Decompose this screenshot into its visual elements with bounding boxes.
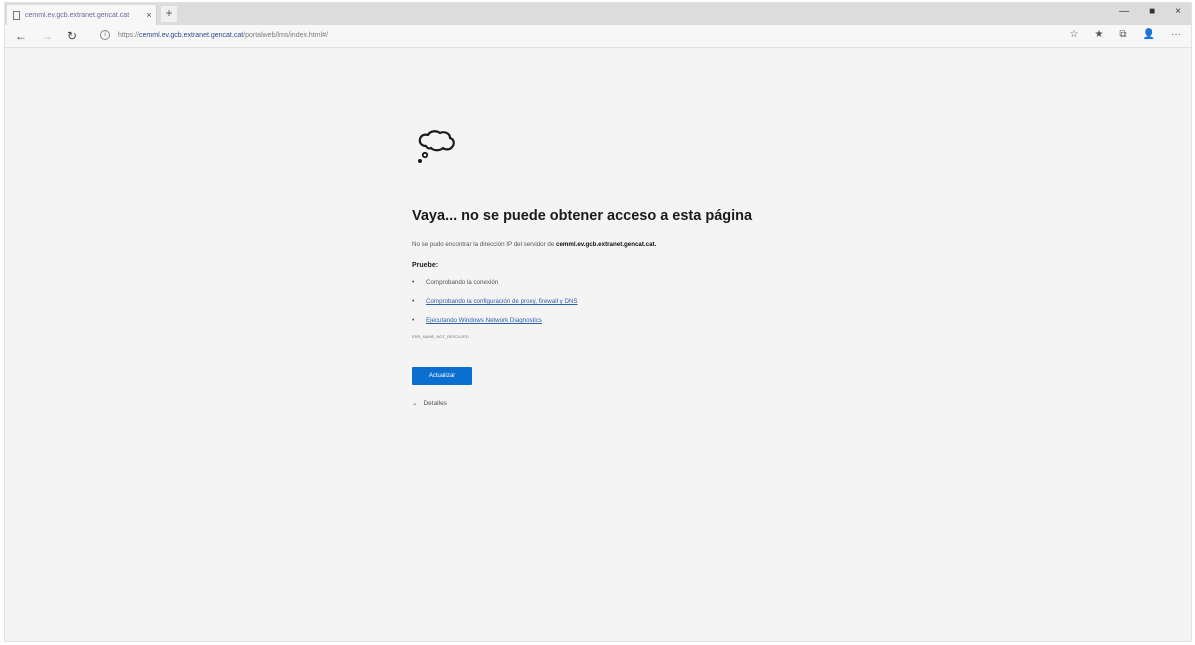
details-toggle[interactable]: ⌄ Detalles <box>412 399 772 408</box>
list-item: • Ejecutando Windows Network Diagnostics <box>412 317 542 324</box>
favorites-icon[interactable]: ★ <box>1094 29 1103 40</box>
tab-title: cemml.ev.gcb.extranet.gencat.cat <box>25 11 130 19</box>
page-icon <box>13 10 20 20</box>
error-code: ERR_NAME_NOT_RESOLVED <box>412 334 469 339</box>
browser-tab[interactable]: cemml.ev.gcb.extranet.gencat.cat × <box>7 5 157 25</box>
refresh-browser-button[interactable]: ↻ <box>67 28 77 44</box>
details-label: Detalles <box>423 399 447 407</box>
more-menu-icon[interactable]: ··· <box>1171 29 1181 40</box>
url-host: cemml.ev.gcb.extranet.gencat.cat <box>139 31 244 39</box>
suggestion-check-connection: Comprobando la conexión <box>426 279 499 286</box>
url-path: /portalweb/lms/index.html#/ <box>243 31 328 39</box>
minimize-button[interactable]: — <box>1119 6 1129 17</box>
error-headline: Vaya... no se puede obtener acceso a est… <box>412 208 753 224</box>
refresh-button[interactable]: Actualizar <box>412 367 472 385</box>
url-protocol: https:// <box>118 31 140 39</box>
profile-icon[interactable]: 👤 <box>1143 29 1155 40</box>
address-bar[interactable]: i https:// cemml.ev.gcb.extranet.gencat.… <box>100 30 328 40</box>
collections-icon[interactable]: ⧉ <box>1119 29 1126 40</box>
error-description: No se pudo encontrar la dirección IP del… <box>412 241 772 248</box>
favorite-star-icon[interactable]: ☆ <box>1069 29 1078 40</box>
maximize-button[interactable]: ■ <box>1149 6 1155 17</box>
suggestion-proxy-link[interactable]: Comprobando la configuración de proxy, f… <box>426 298 578 305</box>
try-title: Pruebe: <box>412 262 439 269</box>
toolbar-icons: ☆ ★ ⧉ 👤 ··· <box>1069 29 1181 40</box>
description-text: No se pudo encontrar la dirección IP del… <box>412 241 556 248</box>
cloud-thought-icon <box>418 130 455 163</box>
description-host: cemml.ev.gcb.extranet.gencat.cat. <box>556 241 657 248</box>
info-icon[interactable]: i <box>100 30 110 40</box>
suggestion-diagnostics-link[interactable]: Ejecutando Windows Network Diagnostics <box>426 317 542 324</box>
suggestion-list: • Comprobando la conexión • Comprobando … <box>412 279 772 324</box>
forward-button[interactable]: → <box>41 28 53 44</box>
list-item: • Comprobando la configuración de proxy,… <box>412 298 578 305</box>
close-window-button[interactable]: × <box>1175 6 1181 17</box>
tab-close-button[interactable]: × <box>142 10 156 20</box>
new-tab-button[interactable]: + <box>161 6 177 22</box>
window-controls: — ■ × <box>1119 6 1181 17</box>
tab-strip: cemml.ev.gcb.extranet.gencat.cat × + — ■… <box>5 3 1191 25</box>
error-page: Vaya... no se puede obtener acceso a est… <box>412 128 772 407</box>
navigation-bar: ← → ↻ i https:// cemml.ev.gcb.extranet.g… <box>5 25 1191 48</box>
back-button[interactable]: ← <box>15 28 27 44</box>
list-item: • Comprobando la conexión <box>412 279 499 286</box>
chevron-down-icon: ⌄ <box>412 400 418 407</box>
